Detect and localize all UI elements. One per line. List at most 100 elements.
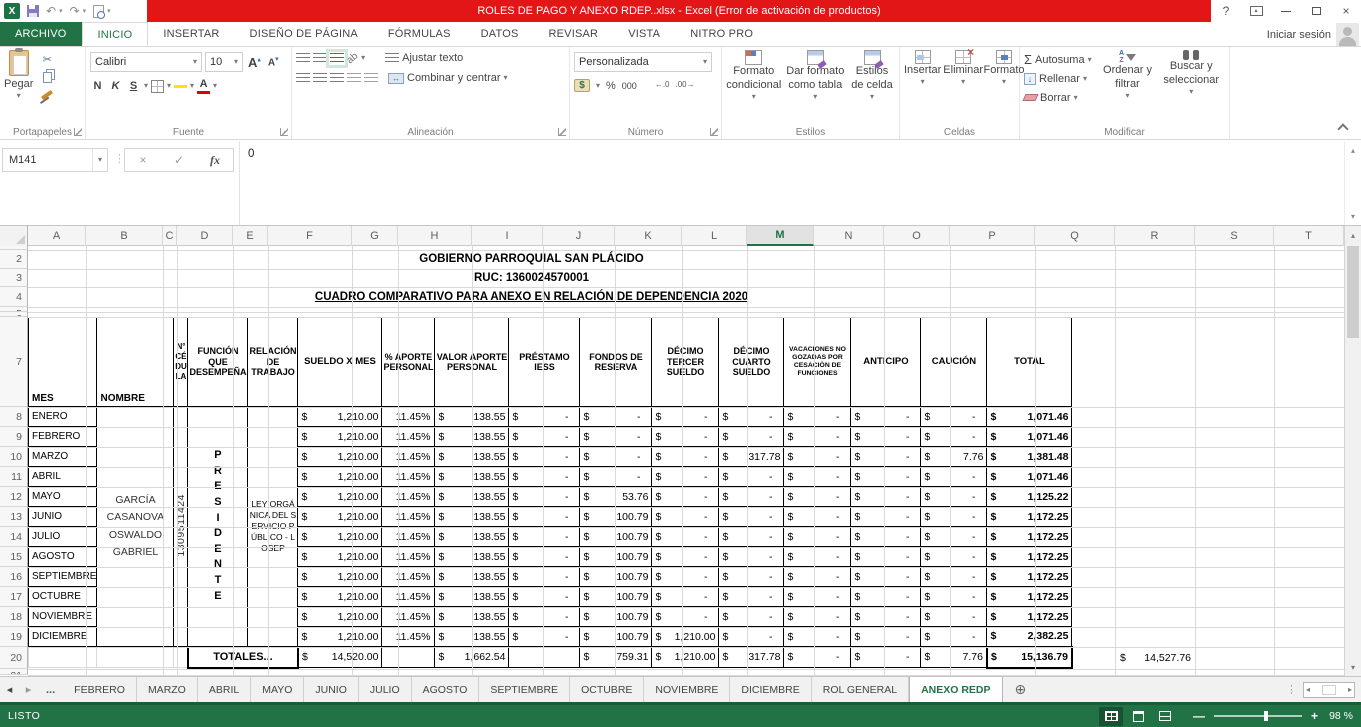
page-layout-view-button[interactable] xyxy=(1126,707,1150,726)
cell-G12[interactable]: 11.45% xyxy=(382,487,435,507)
increase-font-icon[interactable]: A▴ xyxy=(246,55,263,70)
cell-L7[interactable]: DÉCIMO CUARTO SUELDO xyxy=(719,318,784,407)
cell-G11[interactable]: 11.45% xyxy=(382,467,435,487)
italic-button[interactable]: K xyxy=(108,80,123,92)
dialog-launcher-icon[interactable] xyxy=(710,128,718,136)
scrollbar-thumb[interactable] xyxy=(1347,246,1359,338)
ribbon-tab-diseño-de-página[interactable]: DISEÑO DE PÁGINA xyxy=(235,22,373,46)
redo-icon[interactable]: ↷ xyxy=(70,5,80,17)
sheet-tab-mayo[interactable]: MAYO xyxy=(251,677,304,702)
column-header-j[interactable]: J xyxy=(543,226,615,246)
print-preview-icon[interactable] xyxy=(93,5,104,18)
sheet-tab-agosto[interactable]: AGOSTO xyxy=(412,677,480,702)
sheet-tab-febrero[interactable]: FEBRERO xyxy=(63,677,137,702)
collapse-ribbon-icon[interactable] xyxy=(1337,123,1348,134)
cell-G10[interactable]: 11.45% xyxy=(382,447,435,467)
delete-cells-button[interactable]: Eliminar ▾ xyxy=(943,50,983,123)
cell-M18[interactable]: $- xyxy=(784,607,851,627)
cell-O16[interactable]: $- xyxy=(921,567,987,587)
increase-decimal-icon[interactable]: ←.0 xyxy=(655,81,670,90)
sheet-tab-diciembre[interactable]: DICIEMBRE xyxy=(730,677,811,702)
ribbon-tab-datos[interactable]: DATOS xyxy=(466,22,534,46)
cell-L16[interactable]: $- xyxy=(719,567,784,587)
font-name-select[interactable]: Calibri▾ xyxy=(90,52,202,72)
row-header-2[interactable]: 2 xyxy=(0,250,28,269)
cell-I7[interactable]: PRÉSTAMO IESS xyxy=(509,318,580,407)
cell-F19[interactable]: $1,210.00 xyxy=(298,627,382,647)
cell-K8[interactable]: $- xyxy=(652,407,719,427)
column-header-k[interactable]: K xyxy=(615,226,682,246)
cell-G8[interactable]: 11.45% xyxy=(382,407,435,427)
autosum-button[interactable]: ΣAutosuma▾ xyxy=(1024,50,1092,69)
cell-L20[interactable]: $317.78 xyxy=(719,647,784,668)
row-header-14[interactable]: 14 xyxy=(0,527,28,547)
column-header-d[interactable]: D xyxy=(177,226,233,246)
prev-sheet-icon[interactable]: ◂ xyxy=(0,677,19,702)
cell-F11[interactable]: $1,210.00 xyxy=(298,467,382,487)
cell-M8[interactable]: $- xyxy=(784,407,851,427)
cell-I16[interactable]: $- xyxy=(509,567,580,587)
scroll-down-icon[interactable]: ▾ xyxy=(1345,658,1361,676)
row-header-18[interactable]: 18 xyxy=(0,607,28,627)
cell-L9[interactable]: $- xyxy=(719,427,784,447)
percent-style-icon[interactable]: % xyxy=(606,80,616,92)
cell-K20[interactable]: $1,210.00 xyxy=(652,647,719,668)
cell-N14[interactable]: $- xyxy=(851,527,921,547)
formula-bar-collapse-icon[interactable]: ▾ xyxy=(1345,212,1361,221)
zoom-level[interactable]: 98 % xyxy=(1329,710,1353,722)
orientation-icon[interactable]: ab xyxy=(345,50,361,66)
sheet-tab-noviembre[interactable]: NOVIEMBRE xyxy=(644,677,730,702)
cell-P11[interactable]: $1,071.46 xyxy=(987,467,1072,487)
cell-G14[interactable]: 11.45% xyxy=(382,527,435,547)
cell-I18[interactable]: $- xyxy=(509,607,580,627)
merge-dropdown-icon[interactable]: ▾ xyxy=(504,74,508,82)
row-header-3[interactable]: 3 xyxy=(0,269,28,287)
column-header-f[interactable]: F xyxy=(268,226,352,246)
column-header-b[interactable]: B xyxy=(86,226,163,246)
cell-K19[interactable]: $1,210.00 xyxy=(652,627,719,647)
cell-P8[interactable]: $1,071.46 xyxy=(987,407,1072,427)
cell-K14[interactable]: $- xyxy=(652,527,719,547)
ribbon-display-options-button[interactable]: ▴ xyxy=(1241,0,1271,22)
cell-M13[interactable]: $- xyxy=(784,507,851,527)
formula-scroll-up-icon[interactable]: ▴ xyxy=(1345,141,1361,155)
cell-D7[interactable]: FUNCIÓN QUE DESEMPEÑA xyxy=(188,318,248,407)
underline-dropdown-icon[interactable]: ▾ xyxy=(144,82,148,90)
cell-K13[interactable]: $- xyxy=(652,507,719,527)
format-cells-button[interactable]: Formato ▾ xyxy=(985,50,1023,123)
ribbon-tab-insertar[interactable]: INSERTAR xyxy=(148,22,234,46)
close-button[interactable]: × xyxy=(1331,0,1361,22)
cell-M10[interactable]: $- xyxy=(784,447,851,467)
cell-M15[interactable]: $- xyxy=(784,547,851,567)
horizontal-scrollbar[interactable]: ◂ ▸ xyxy=(1303,682,1355,698)
cell-O13[interactable]: $- xyxy=(921,507,987,527)
zoom-in-button[interactable]: + xyxy=(1311,709,1318,723)
row-header-17[interactable]: 17 xyxy=(0,587,28,607)
undo-icon[interactable]: ↶ xyxy=(46,5,56,17)
cell-R20[interactable]: $14,527.76 xyxy=(1116,647,1195,669)
cell-L11[interactable]: $- xyxy=(719,467,784,487)
cell-F14[interactable]: $1,210.00 xyxy=(298,527,382,547)
cell-L14[interactable]: $- xyxy=(719,527,784,547)
cell-E7[interactable]: RELACIÓN DE TRABAJO xyxy=(248,318,298,407)
minimize-button[interactable] xyxy=(1271,0,1301,22)
row-header-19[interactable]: 19 xyxy=(0,627,28,647)
sheet-tab-abril[interactable]: ABRIL xyxy=(198,677,251,702)
ribbon-tab-revisar[interactable]: REVISAR xyxy=(534,22,614,46)
accounting-format-icon[interactable]: $ xyxy=(574,79,590,92)
sheet-tab-rol-general[interactable]: ROL GENERAL xyxy=(812,677,909,702)
sheet-tab-octubre[interactable]: OCTUBRE xyxy=(570,677,644,702)
row-header-4[interactable]: 4 xyxy=(0,287,28,307)
splitter-icon[interactable]: ⋮ xyxy=(1286,683,1297,696)
zoom-slider-thumb[interactable] xyxy=(1264,711,1268,721)
column-header-g[interactable]: G xyxy=(352,226,398,246)
cell-K12[interactable]: $- xyxy=(652,487,719,507)
cell-N15[interactable]: $- xyxy=(851,547,921,567)
cell-G17[interactable]: 11.45% xyxy=(382,587,435,607)
sign-in-link[interactable]: Iniciar sesión xyxy=(1267,22,1331,47)
cell-M17[interactable]: $- xyxy=(784,587,851,607)
increase-indent-icon[interactable] xyxy=(364,73,378,84)
cell-F15[interactable]: $1,210.00 xyxy=(298,547,382,567)
cell-G7[interactable]: % APORTE PERSONAL xyxy=(382,318,435,407)
column-header-s[interactable]: S xyxy=(1195,226,1274,246)
